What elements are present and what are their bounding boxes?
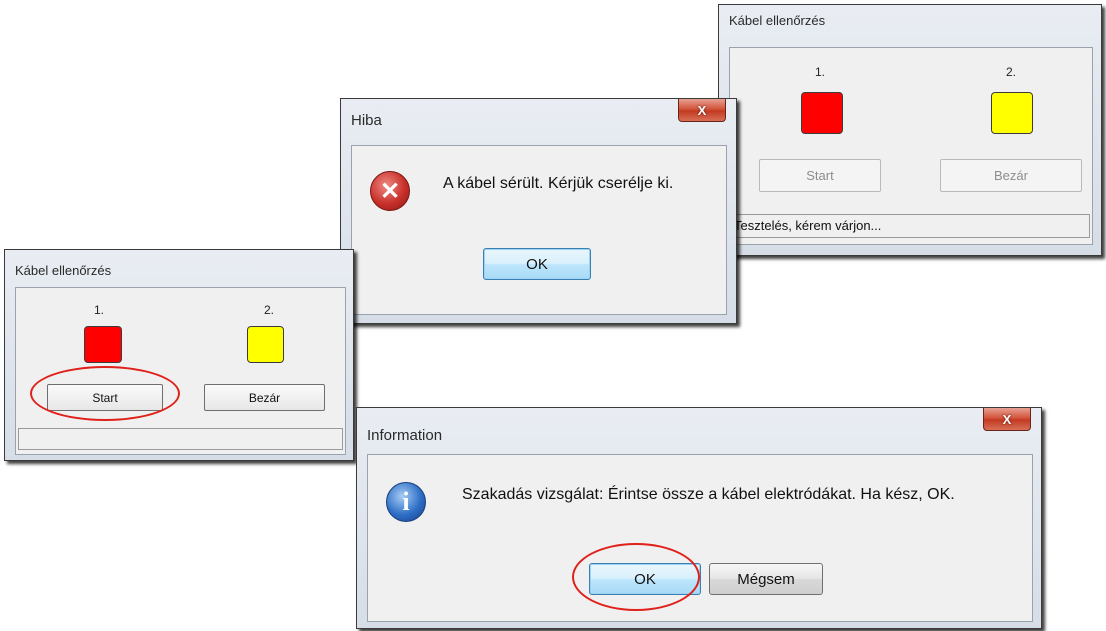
info-icon: i xyxy=(386,482,426,522)
indicator-2-label: 2. xyxy=(1006,65,1017,79)
ok-highlight-ellipse xyxy=(572,543,700,611)
window-title: Kábel ellenőrzés xyxy=(729,12,826,28)
client-area: 1. 2. Start Bezár Tesztelés, kérem várjo… xyxy=(729,47,1093,245)
info-message: Szakadás vizsgálat: Érintse össze a kábe… xyxy=(462,486,955,503)
cable-check-dialog: Kábel ellenőrzés 1. 2. Start Bezár xyxy=(4,249,354,461)
status-bar: Tesztelés, kérem várjon... xyxy=(730,214,1090,238)
error-message: A kábel sérült. Kérjük cserélje ki. xyxy=(443,175,674,192)
indicator-2 xyxy=(247,326,284,363)
cable-check-dialog-testing: Kábel ellenőrzés 1. 2. Start Bezár Teszt… xyxy=(718,4,1102,256)
status-bar xyxy=(18,428,343,450)
indicator-1-label: 1. xyxy=(815,65,826,79)
indicator-2 xyxy=(991,92,1033,134)
client-area: ✕ A kábel sérült. Kérjük cserélje ki. OK xyxy=(351,145,727,315)
client-area: i Szakadás vizsgálat: Érintse össze a ká… xyxy=(367,454,1033,622)
title-bar: Kábel ellenőrzés xyxy=(5,250,353,280)
title-bar: Hiba xyxy=(341,99,736,129)
indicator-1 xyxy=(84,326,122,363)
window-title: Kábel ellenőrzés xyxy=(15,262,112,278)
indicator-1 xyxy=(801,92,843,134)
start-button[interactable]: Start xyxy=(759,159,881,192)
start-highlight-ellipse xyxy=(30,366,180,421)
window-title: Hiba xyxy=(351,111,382,129)
error-icon: ✕ xyxy=(370,171,410,211)
indicator-2-label: 2. xyxy=(264,303,275,317)
window-title: Information xyxy=(367,426,443,444)
information-dialog: Information X i Szakadás vizsgálat: Érin… xyxy=(356,407,1042,629)
close-x-button[interactable]: X xyxy=(678,99,726,122)
close-x-button[interactable]: X xyxy=(983,408,1031,431)
title-bar: Information xyxy=(357,408,1041,444)
cancel-button[interactable]: Mégsem xyxy=(709,563,823,595)
close-button[interactable]: Bezár xyxy=(204,384,325,411)
indicator-1-label: 1. xyxy=(94,303,105,317)
error-dialog: Hiba X ✕ A kábel sérült. Kérjük cserélje… xyxy=(340,98,737,324)
title-bar: Kábel ellenőrzés xyxy=(719,5,1101,35)
close-button[interactable]: Bezár xyxy=(940,159,1082,192)
ok-button[interactable]: OK xyxy=(483,248,591,280)
